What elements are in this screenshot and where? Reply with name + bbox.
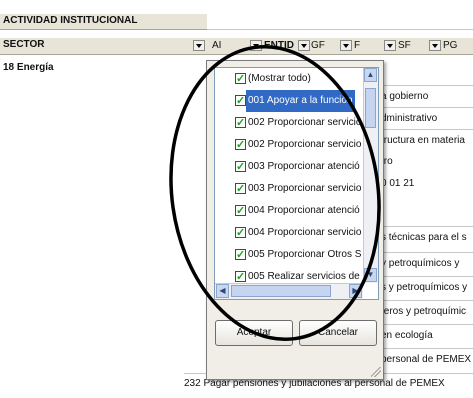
annotation-oval	[169, 44, 381, 342]
annotation-oval-shape	[169, 44, 381, 342]
